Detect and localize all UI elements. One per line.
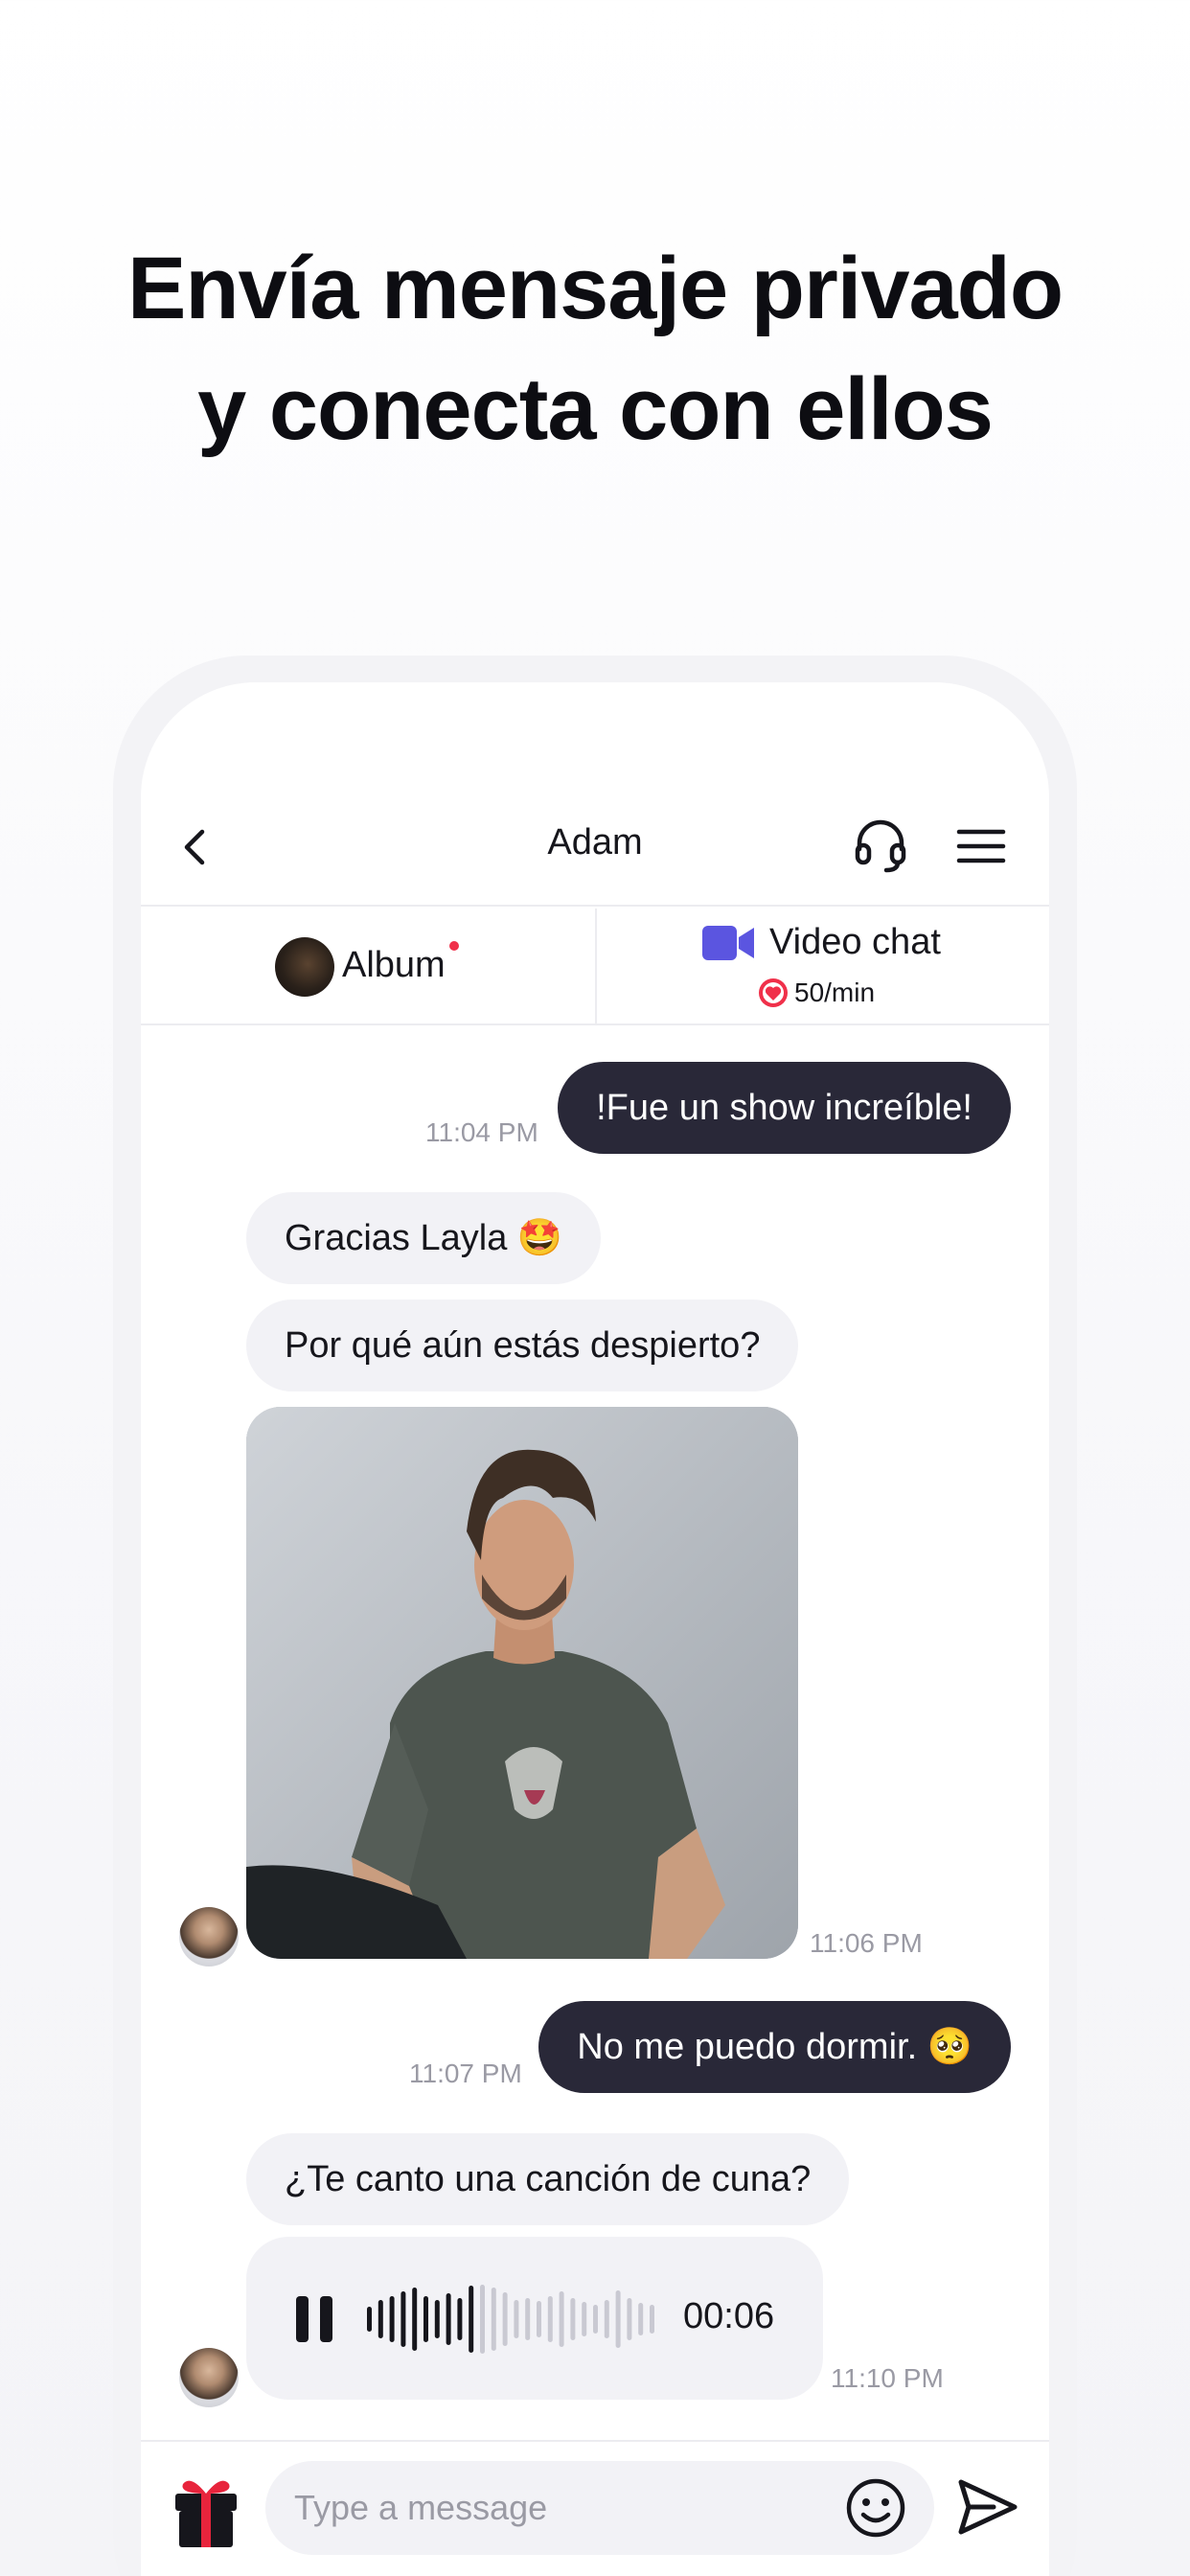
album-thumbnail: [275, 937, 334, 997]
waveform-bar: [559, 2291, 564, 2347]
waveform-bar: [604, 2300, 609, 2338]
waveform-bar: [650, 2305, 654, 2334]
video-chat-label: Video chat: [769, 922, 941, 962]
waveform-bar: [638, 2303, 644, 2335]
chat-screen: Adam Album Video chat 50/min 11:04 PM !F…: [141, 682, 1049, 2576]
incoming-message[interactable]: ¿Te canto una canción de cuna?: [246, 2133, 850, 2225]
waveform[interactable]: [363, 2285, 660, 2354]
waveform-bar: [480, 2285, 485, 2354]
message-time: 11:10 PM: [831, 2363, 944, 2393]
waveform-bar: [582, 2302, 587, 2336]
new-badge-dot: [449, 941, 459, 951]
headline-line-2: y conecta con ellos: [197, 360, 994, 458]
contact-name: Adam: [547, 822, 643, 862]
price-text: 50/min: [794, 978, 876, 1007]
message-placeholder: Type a message: [294, 2488, 548, 2527]
headline-line-1: Envía mensaje privado: [126, 240, 1064, 337]
waveform-bar: [570, 2298, 576, 2340]
waveform-bar: [412, 2288, 418, 2351]
voice-duration: 00:06: [683, 2296, 775, 2336]
headset-icon[interactable]: [850, 815, 911, 876]
waveform-bar: [400, 2291, 406, 2347]
waveform-bar: [469, 2286, 474, 2353]
waveform-bar: [537, 2301, 541, 2337]
divider: [141, 905, 1049, 907]
pause-icon[interactable]: [294, 2294, 334, 2344]
send-icon[interactable]: [955, 2476, 1020, 2538]
waveform-bar: [378, 2300, 383, 2338]
sender-avatar[interactable]: [179, 1907, 239, 1966]
video-chat-price: 50/min: [758, 978, 875, 1008]
waveform-bar: [615, 2290, 621, 2348]
waveform-bar: [367, 2307, 372, 2332]
outgoing-message[interactable]: !Fue un show increíble!: [558, 1062, 1011, 1154]
waveform-bar: [525, 2298, 531, 2340]
message-time: 11:04 PM: [425, 1117, 538, 1147]
incoming-message[interactable]: Gracias Layla 🤩: [246, 1192, 602, 1284]
incoming-message[interactable]: Por qué aún estás despierto?: [246, 1300, 799, 1392]
person-photo: [246, 1407, 798, 1959]
action-row: Album Video chat 50/min: [141, 908, 1049, 1024]
album-label: Album: [342, 945, 446, 985]
waveform-bar: [514, 2300, 519, 2338]
message-time: 11:07 PM: [409, 2058, 522, 2088]
message-time: 11:06 PM: [810, 1928, 923, 1958]
photo-message[interactable]: [246, 1407, 798, 1959]
divider: [141, 1024, 1049, 1025]
sender-avatar[interactable]: [179, 2348, 239, 2407]
waveform-bar: [593, 2305, 598, 2334]
waveform-bar: [446, 2293, 451, 2345]
waveform-bar: [423, 2296, 428, 2342]
waveform-bar: [627, 2298, 632, 2340]
video-camera-icon: [702, 926, 754, 960]
waveform-bar: [457, 2298, 463, 2340]
waveform-bar: [434, 2300, 440, 2338]
video-chat-button[interactable]: Video chat 50/min: [597, 908, 1049, 1024]
waveform-bar: [389, 2296, 395, 2342]
heart-coin-icon: [759, 978, 788, 1007]
message-input[interactable]: Type a message: [265, 2461, 934, 2555]
nav-bar: Adam: [141, 790, 1049, 905]
album-button[interactable]: Album: [141, 908, 595, 1024]
waveform-bar: [502, 2292, 508, 2346]
waveform-bar: [547, 2296, 553, 2342]
voice-message[interactable]: 00:06: [246, 2237, 823, 2400]
headline: Envía mensaje privado y conecta con ello…: [0, 228, 1190, 470]
smiley-icon[interactable]: [844, 2476, 907, 2540]
hamburger-icon[interactable]: [953, 818, 1009, 874]
outgoing-message[interactable]: No me puedo dormir. 🥺: [538, 2001, 1011, 2093]
gift-icon[interactable]: [172, 2472, 240, 2549]
composer: Type a message: [141, 2442, 1049, 2576]
waveform-bar: [491, 2288, 496, 2351]
